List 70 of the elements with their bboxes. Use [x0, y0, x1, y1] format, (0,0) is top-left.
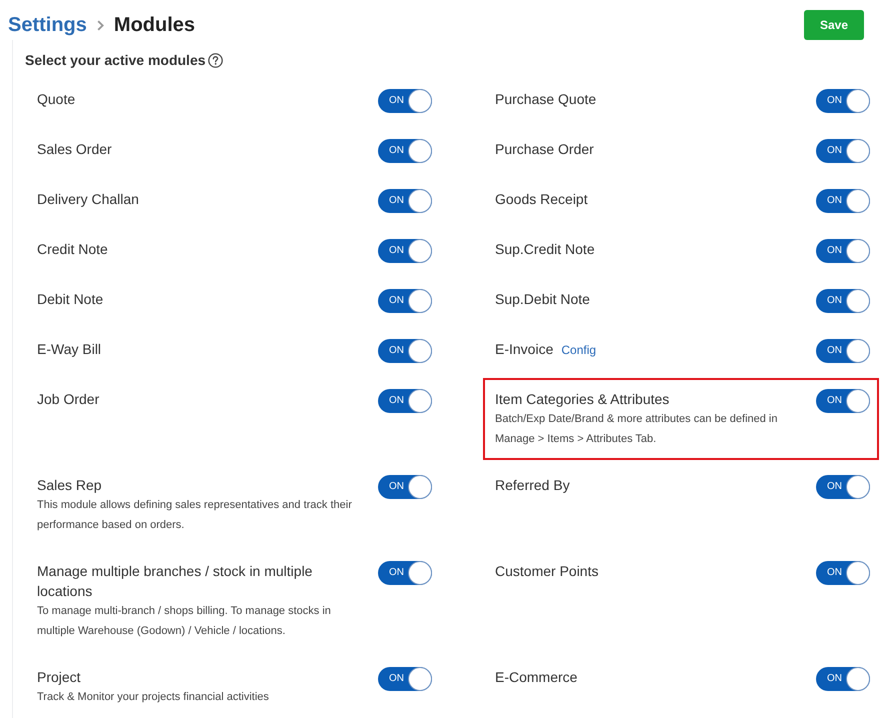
- toggle-knob[interactable]: [408, 475, 432, 499]
- toggle-switch[interactable]: ON: [378, 339, 432, 363]
- toggle-switch[interactable]: ON: [378, 475, 432, 499]
- toggle-switch[interactable]: ON: [816, 561, 870, 585]
- module-name: Sales Rep: [37, 477, 102, 493]
- chevron-right-icon: [96, 20, 104, 30]
- toggle-switch[interactable]: ON: [378, 189, 432, 213]
- toggle-knob[interactable]: [846, 239, 870, 263]
- toggle-switch[interactable]: ON: [378, 239, 432, 263]
- module-description: This module allows defining sales representatives and track their performance based on orders.: [37, 498, 353, 533]
- module-name: Quote: [37, 91, 76, 107]
- module-name: Referred By: [495, 477, 570, 493]
- toggle-knob[interactable]: [408, 89, 432, 113]
- toggle-knob[interactable]: [846, 389, 870, 413]
- toggle-knob[interactable]: [408, 389, 432, 413]
- module-name: Item Categories & Attributes: [495, 391, 670, 407]
- toggle-switch[interactable]: ON: [816, 239, 870, 263]
- config-link[interactable]: Config: [561, 343, 596, 357]
- toggle-switch[interactable]: ON: [816, 139, 870, 163]
- module-name: Purchase Order: [495, 141, 594, 157]
- toggle-knob[interactable]: [408, 667, 432, 691]
- module-name: Delivery Challan: [37, 191, 139, 207]
- module-name: Project: [37, 669, 81, 685]
- toggle-knob[interactable]: [846, 561, 870, 585]
- toggle-switch[interactable]: ON: [816, 475, 870, 499]
- toggle-switch[interactable]: ON: [816, 389, 870, 413]
- module-name: E-Invoice: [495, 341, 554, 357]
- breadcrumb-link[interactable]: Settings: [8, 14, 87, 36]
- toggle-knob[interactable]: [408, 289, 432, 313]
- toggle-knob[interactable]: [846, 289, 870, 313]
- toggle-switch[interactable]: ON: [816, 289, 870, 313]
- module-name: Purchase Quote: [495, 91, 596, 107]
- toggle-knob[interactable]: [408, 239, 432, 263]
- module-description: Batch/Exp Date/Brand & more attributes can be defined in Manage > Items > Attributes Tab.: [495, 412, 778, 447]
- module-name: E-Way Bill: [37, 341, 102, 357]
- toggle-knob[interactable]: [408, 139, 432, 163]
- module-name: Job Order: [37, 391, 100, 407]
- help-icon[interactable]: [208, 52, 223, 68]
- toggle-knob[interactable]: [408, 189, 432, 213]
- module-description: Track & Monitor your projects financial activities: [37, 690, 270, 705]
- toggle-knob[interactable]: [408, 561, 432, 585]
- toggle-knob[interactable]: [846, 475, 870, 499]
- toggle-knob[interactable]: [846, 189, 870, 213]
- toggle-knob[interactable]: [408, 339, 432, 363]
- module-name: Credit Note: [37, 241, 108, 257]
- toggle-knob[interactable]: [846, 667, 870, 691]
- module-name: Sup.Debit Note: [495, 291, 590, 307]
- section-title: Select your active modules: [25, 52, 206, 68]
- toggle-switch[interactable]: ON: [378, 561, 432, 585]
- toggle-knob[interactable]: [846, 89, 870, 113]
- toggle-knob[interactable]: [846, 139, 870, 163]
- module-description: To manage multi-branch / shops billing. To manage stocks in multiple Warehouse (Godown) / Vehicle / locations.: [37, 604, 332, 639]
- module-name: Goods Receipt: [495, 191, 588, 207]
- module-name: E-Commerce: [495, 669, 578, 685]
- toggle-switch[interactable]: ON: [378, 389, 432, 413]
- toggle-switch[interactable]: ON: [816, 89, 870, 113]
- module-name: Sup.Credit Note: [495, 241, 595, 257]
- module-name: Customer Points: [495, 563, 598, 579]
- module-name: Manage multiple branches / stock in multiple locations: [37, 563, 312, 599]
- toggle-switch[interactable]: ON: [816, 667, 870, 691]
- toggle-switch[interactable]: ON: [378, 667, 432, 691]
- toggle-switch[interactable]: ON: [378, 289, 432, 313]
- page-title: Modules: [114, 14, 196, 36]
- toggle-switch[interactable]: ON: [816, 339, 870, 363]
- toggle-switch[interactable]: ON: [816, 189, 870, 213]
- toggle-switch[interactable]: ON: [378, 139, 432, 163]
- toggle-switch[interactable]: ON: [378, 89, 432, 113]
- module-name: Sales Order: [37, 141, 112, 157]
- toggle-knob[interactable]: [846, 339, 870, 363]
- module-name: Debit Note: [37, 291, 104, 307]
